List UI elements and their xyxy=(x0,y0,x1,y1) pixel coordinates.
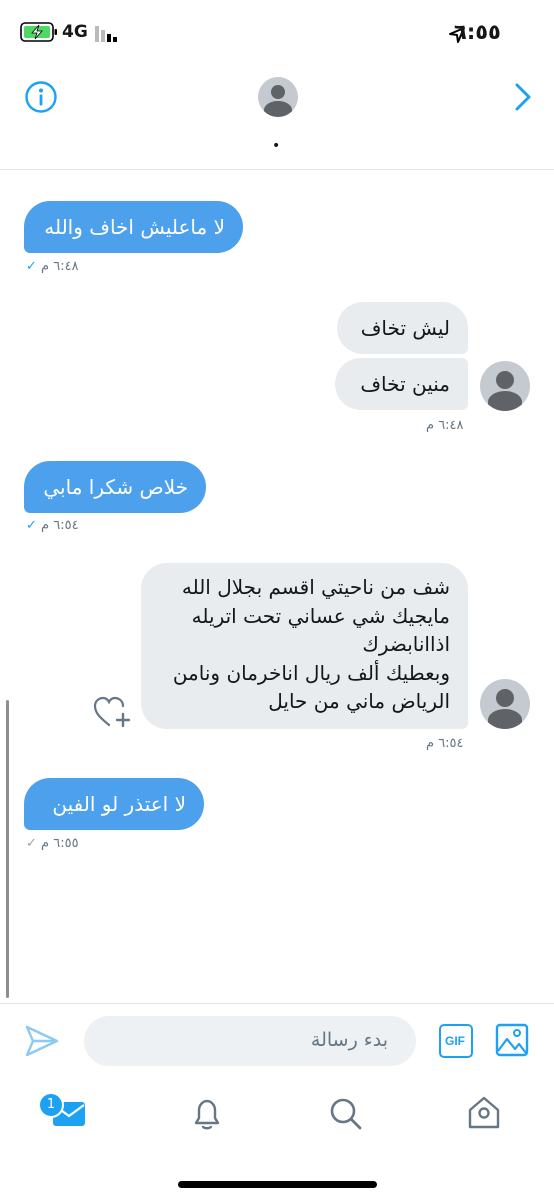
message-meta: ٦:٤٨ م ✓ xyxy=(26,259,79,274)
delivered-check-icon: ✓ xyxy=(26,518,37,533)
sender-avatar[interactable] xyxy=(480,361,530,411)
contact-avatar[interactable] xyxy=(258,77,298,117)
message-bubble-received[interactable]: لا ماعليش اخاف والله xyxy=(24,201,243,253)
header-dot: • xyxy=(272,138,281,154)
search-icon[interactable] xyxy=(328,1096,364,1132)
image-icon[interactable] xyxy=(494,1022,530,1058)
composer-divider xyxy=(0,1003,554,1004)
message-line: شف من ناحيتي اقسم بجلال الله xyxy=(181,575,450,599)
status-time: ٦:٥٥ xyxy=(454,20,501,44)
message-bubble-sent[interactable]: منين تخاف xyxy=(335,358,468,410)
message-line: اذاانابضرك xyxy=(362,632,450,656)
message-bubble-received[interactable]: خلاص شكرا مابي xyxy=(24,461,206,513)
message-input[interactable]: بدء رسالة xyxy=(84,1016,416,1066)
message-time: ٦:٥٥ م xyxy=(41,836,79,851)
header-divider xyxy=(0,169,554,170)
message-time: ٦:٥٤ م xyxy=(426,736,464,751)
status-bar: 4G ٦:٥٥ xyxy=(0,0,554,64)
gif-icon: GIF xyxy=(445,1034,465,1048)
message-time: ٦:٤٨ م xyxy=(426,418,464,433)
unread-badge: 1 xyxy=(38,1092,64,1118)
gif-button[interactable]: GIF xyxy=(439,1024,473,1058)
message-meta: ٦:٥٤ م ✓ xyxy=(26,518,79,533)
home-icon[interactable] xyxy=(466,1094,502,1132)
message-placeholder: بدء رسالة xyxy=(310,1029,388,1051)
sender-avatar[interactable] xyxy=(480,679,530,729)
home-indicator[interactable] xyxy=(178,1181,377,1188)
battery-icon xyxy=(20,22,57,42)
message-bubble-received[interactable]: لا اعتذر لو الفين xyxy=(24,778,204,830)
send-icon[interactable] xyxy=(24,1024,60,1058)
message-line: الرياض ماني من حايل xyxy=(268,689,450,713)
delivered-check-icon: ✓ xyxy=(26,836,37,851)
message-time: ٦:٤٨ م xyxy=(41,259,79,274)
message-line: مايجيك شي عساني تحت اتريله xyxy=(191,603,450,628)
network-type: 4G xyxy=(62,22,88,42)
scrollbar[interactable] xyxy=(6,700,9,998)
heart-plus-icon[interactable] xyxy=(92,695,132,729)
message-line: وبعطيك ألف ريال اناخرمان ونامن xyxy=(172,660,450,685)
chevron-right-icon[interactable] xyxy=(512,82,534,112)
message-bubble-sent[interactable]: شف من ناحيتي اقسم بجلال الله مايجيك شي ع… xyxy=(141,563,468,729)
bell-icon[interactable] xyxy=(191,1096,223,1132)
conversation-header: • xyxy=(0,64,554,170)
info-icon[interactable] xyxy=(24,80,58,114)
message-meta: ٦:٥٥ م ✓ xyxy=(26,836,79,851)
message-bubble-sent[interactable]: ليش تخاف xyxy=(337,302,468,354)
tab-bar xyxy=(0,1078,554,1158)
signal-icon xyxy=(95,26,117,42)
delivered-check-icon: ✓ xyxy=(26,259,37,274)
message-time: ٦:٥٤ م xyxy=(41,518,79,533)
